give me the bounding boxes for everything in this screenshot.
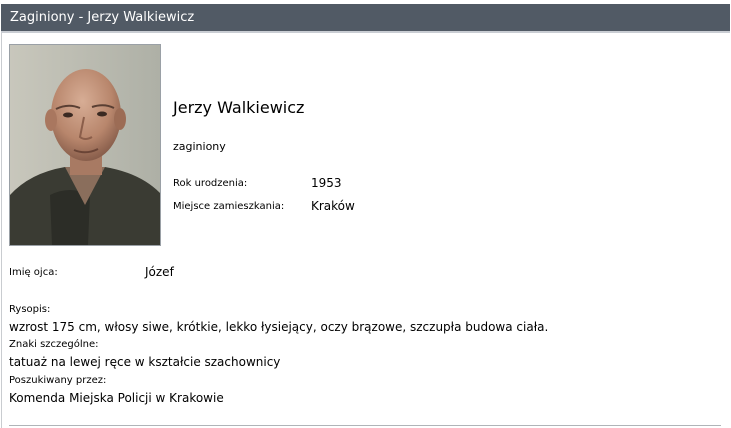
person-photo <box>9 44 161 246</box>
person-name: Jerzy Walkiewicz <box>173 98 305 117</box>
father-name-label: Imię ojca: <box>9 267 58 278</box>
marks-label: Znaki szczególne: <box>9 339 99 350</box>
searched-by-label: Poszukiwany przez: <box>9 375 107 386</box>
title-bar: Zaginiony - Jerzy Walkiewicz <box>1 4 730 33</box>
searched-by-value: Komenda Miejska Policji w Krakowie <box>9 391 224 405</box>
birth-year-value: 1953 <box>311 176 342 190</box>
person-status: zaginiony <box>173 140 226 153</box>
bottom-divider <box>9 425 721 426</box>
frame-border <box>1 33 2 428</box>
window-title: Zaginiony - Jerzy Walkiewicz <box>10 10 195 25</box>
description-label: Rysopis: <box>9 304 51 315</box>
residence-label: Miejsce zamieszkania: <box>173 201 285 212</box>
description-value: wzrost 175 cm, włosy siwe, krótkie, lekk… <box>9 320 549 334</box>
residence-value: Kraków <box>311 199 355 213</box>
birth-year-label: Rok urodzenia: <box>173 178 248 189</box>
marks-value: tatuaż na lewej ręce w kształcie szachow… <box>9 355 281 369</box>
father-name-value: Józef <box>145 265 174 279</box>
